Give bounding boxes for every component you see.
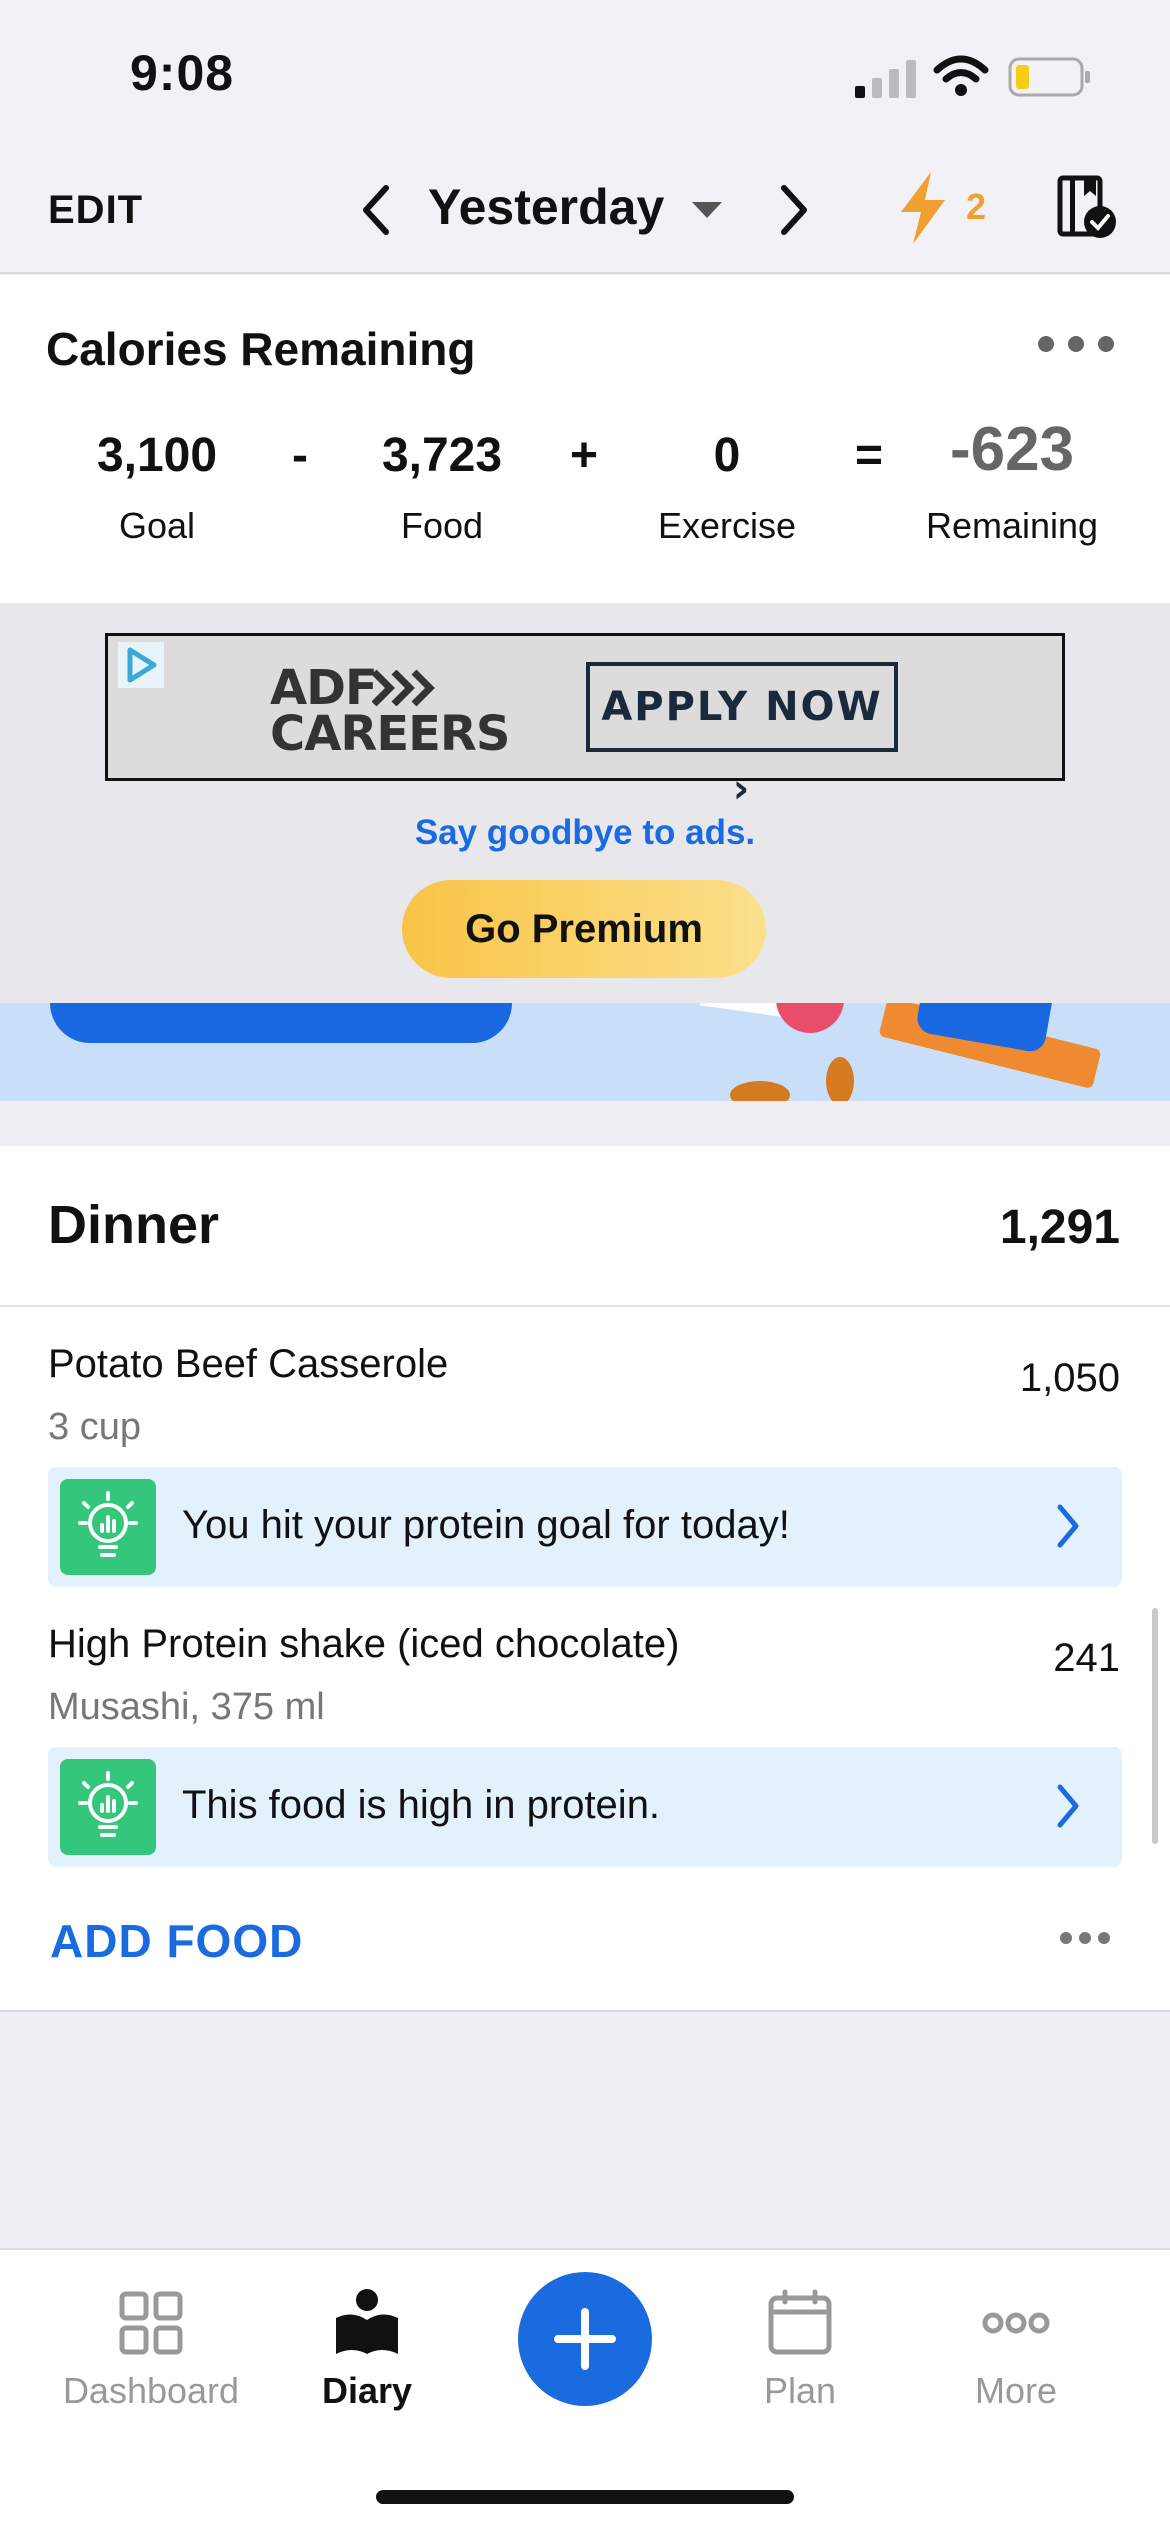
remaining-label: Remaining [925,505,1099,546]
home-indicator[interactable] [376,2490,794,2504]
equals-operator: = [854,429,884,482]
meal-more-options-icon[interactable] [1058,1928,1112,1948]
calendar-icon [768,2289,832,2355]
chevron-right-icon: › [732,766,752,812]
tab-label: Dashboard [62,2370,240,2411]
food-item-calories[interactable]: 1,050 [1020,1356,1120,1401]
goal-label: Goal [118,505,196,546]
tab-diary[interactable]: Diary [267,2270,467,2412]
tab-plan[interactable]: Plan [700,2270,900,2412]
meal-title: Dinner [48,1195,220,1255]
tab-label: Diary [321,2370,413,2411]
diary-check-icon[interactable] [1056,174,1118,240]
exercise-value: 0 [713,429,741,482]
tab-dashboard[interactable]: Dashboard [51,2270,251,2412]
food-item-serving[interactable]: 3 cup [48,1406,141,1449]
minus-operator: - [292,429,308,482]
ad-logo-chevrons-icon [372,670,435,706]
lightning-icon[interactable] [895,170,951,246]
add-button[interactable] [518,2272,652,2406]
ad-banner[interactable] [105,633,1065,781]
food-illustration [700,1003,1101,1101]
plus-operator: + [569,429,599,482]
promo-strip [0,1003,1170,1101]
calories-title: Calories Remaining [46,323,476,375]
go-premium-button[interactable]: Go Premium [402,880,766,978]
food-label: Food [400,505,484,546]
caret-down-icon[interactable] [690,198,724,222]
tab-more[interactable]: More [916,2270,1116,2412]
dashboard-icon [119,2291,183,2355]
food-item-serving[interactable]: Musashi, 375 ml [48,1686,325,1729]
battery-icon [1008,57,1090,97]
add-food-button[interactable]: ADD FOOD [50,1914,303,1968]
tab-label: Plan [763,2370,837,2411]
insight-text: This food is high in protein. [182,1783,661,1827]
chevron-left-icon[interactable] [358,182,394,238]
wifi-icon [933,55,989,96]
remaining-value: -623 [949,415,1075,484]
ad-apply-label: APPLY NOW [601,684,883,730]
chevron-right-icon [1057,1504,1079,1548]
insight-text: You hit your protein goal for today! [182,1503,790,1547]
chevron-right-icon[interactable] [776,182,812,238]
ad-apply-button[interactable]: APPLY NOW › [586,662,898,812]
section-gap [0,1101,1170,1146]
plus-icon [554,2308,616,2370]
tab-label: More [974,2370,1058,2411]
cellular-signal-icon [855,60,916,98]
exercise-label: Exercise [657,505,797,546]
more-icon [982,2312,1050,2334]
food-item-name[interactable]: High Protein shake (iced chocolate) [48,1622,679,1667]
remove-ads-link[interactable]: Say goodbye to ads. [0,813,1170,853]
food-item-calories[interactable]: 241 [1053,1636,1120,1681]
streak-count[interactable]: 2 [966,186,986,228]
promo-button[interactable] [50,1003,512,1043]
lightbulb-icon [60,1479,156,1575]
chevron-right-icon [1057,1784,1079,1828]
ad-logo-line2: CAREERS [270,706,510,762]
more-options-icon[interactable] [1034,330,1118,358]
food-value: 3,723 [381,429,503,482]
insight-banner[interactable]: You hit your protein goal for today! [48,1467,1122,1587]
edit-button[interactable]: EDIT [48,188,143,233]
date-selector[interactable]: Yesterday [428,178,664,236]
scrollbar[interactable] [1152,1608,1158,1844]
adchoices-icon[interactable] [118,642,164,688]
food-item-name[interactable]: Potato Beef Casserole [48,1342,448,1387]
insight-banner[interactable]: This food is high in protein. [48,1747,1122,1867]
goal-value: 3,100 [96,429,218,482]
meal-total-calories: 1,291 [999,1201,1120,1254]
diary-icon [336,2289,398,2354]
divider [0,1305,1170,1307]
lightbulb-icon [60,1759,156,1855]
status-time: 9:08 [130,45,235,101]
